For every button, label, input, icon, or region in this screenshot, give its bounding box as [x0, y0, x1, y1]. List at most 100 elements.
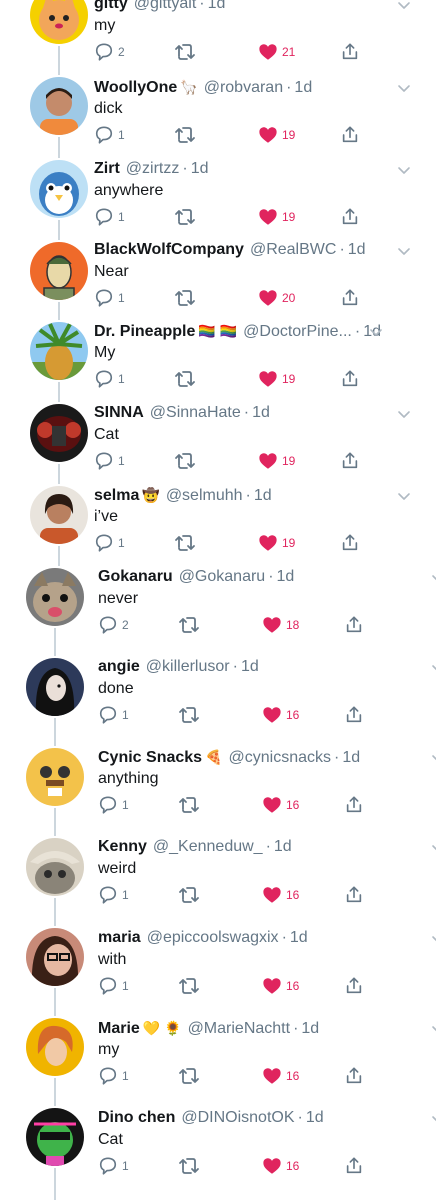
reply-button[interactable]: 1 [94, 532, 125, 554]
chevron-down-icon[interactable] [430, 840, 436, 856]
like-button[interactable]: 21 [258, 41, 295, 63]
chevron-down-icon[interactable] [430, 570, 436, 586]
timestamp[interactable]: 1d [342, 749, 360, 766]
retweet-button[interactable] [178, 794, 200, 816]
like-button[interactable]: 16 [262, 884, 299, 906]
reply-button[interactable]: 1 [98, 794, 129, 816]
share-button[interactable] [340, 450, 360, 472]
reply-button[interactable]: 2 [94, 41, 125, 63]
display-name[interactable]: SINNA [94, 404, 144, 421]
avatar[interactable] [30, 160, 88, 218]
retweet-button[interactable] [174, 124, 196, 146]
chevron-down-icon[interactable] [396, 406, 412, 422]
share-button[interactable] [340, 206, 360, 228]
retweet-button[interactable] [174, 368, 196, 390]
timestamp[interactable]: 1d [241, 658, 259, 675]
user-handle[interactable]: @robvaran [204, 79, 283, 96]
avatar[interactable] [26, 658, 84, 716]
reply-button[interactable]: 2 [98, 614, 129, 636]
timestamp[interactable]: 1d [254, 487, 272, 504]
share-button[interactable] [344, 1155, 364, 1177]
reply-button[interactable]: 1 [94, 450, 125, 472]
share-button[interactable] [340, 368, 360, 390]
display-name[interactable]: Marie [98, 1020, 140, 1037]
display-name[interactable]: Cynic Snacks [98, 749, 202, 766]
chevron-down-icon[interactable] [396, 0, 412, 13]
chevron-down-icon[interactable] [430, 1021, 436, 1037]
chevron-down-icon[interactable] [430, 750, 436, 766]
timestamp[interactable]: 1d [301, 1020, 319, 1037]
chevron-down-icon[interactable] [430, 1111, 436, 1127]
user-handle[interactable]: @DINOisnotOK [181, 1109, 294, 1126]
timestamp[interactable]: 1d [191, 160, 209, 177]
share-button[interactable] [340, 287, 360, 309]
like-button[interactable]: 19 [258, 206, 295, 228]
retweet-button[interactable] [178, 614, 200, 636]
timestamp[interactable]: 1d [208, 0, 226, 12]
chevron-down-icon[interactable] [430, 660, 436, 676]
user-handle[interactable]: @Gokanaru [179, 568, 266, 585]
share-button[interactable] [344, 884, 364, 906]
display-name[interactable]: gitty [94, 0, 128, 12]
share-button[interactable] [344, 614, 364, 636]
display-name[interactable]: Kenny [98, 838, 147, 855]
like-button[interactable]: 18 [262, 614, 299, 636]
user-handle[interactable]: @RealBWC [250, 241, 336, 258]
like-button[interactable]: 19 [258, 450, 295, 472]
reply-button[interactable]: 1 [98, 1065, 129, 1087]
user-handle[interactable]: @epiccoolswagxix [147, 929, 279, 946]
user-handle[interactable]: @zirtzz [126, 160, 180, 177]
avatar[interactable] [26, 838, 84, 896]
display-name[interactable]: maria [98, 929, 141, 946]
avatar[interactable] [30, 404, 88, 462]
share-button[interactable] [344, 1065, 364, 1087]
user-handle[interactable]: @SinnaHate [150, 404, 241, 421]
avatar[interactable] [26, 748, 84, 806]
share-button[interactable] [340, 124, 360, 146]
avatar[interactable] [26, 928, 84, 986]
like-button[interactable]: 16 [262, 1065, 299, 1087]
retweet-button[interactable] [174, 41, 196, 63]
retweet-button[interactable] [178, 1155, 200, 1177]
avatar[interactable] [30, 0, 88, 44]
display-name[interactable]: selma [94, 487, 139, 504]
user-handle[interactable]: @selmuhh [166, 487, 243, 504]
timestamp[interactable]: 1d [348, 241, 366, 258]
timestamp[interactable]: 1d [290, 929, 308, 946]
user-handle[interactable]: @cynicsnacks [229, 749, 332, 766]
timestamp[interactable]: 1d [294, 79, 312, 96]
like-button[interactable]: 20 [258, 287, 295, 309]
like-button[interactable]: 16 [262, 794, 299, 816]
share-button[interactable] [344, 704, 364, 726]
like-button[interactable]: 19 [258, 532, 295, 554]
avatar[interactable] [26, 1108, 84, 1166]
retweet-button[interactable] [174, 287, 196, 309]
retweet-button[interactable] [174, 532, 196, 554]
retweet-button[interactable] [178, 704, 200, 726]
like-button[interactable]: 19 [258, 368, 295, 390]
retweet-button[interactable] [174, 206, 196, 228]
chevron-down-icon[interactable] [396, 488, 412, 504]
reply-button[interactable]: 1 [94, 124, 125, 146]
user-handle[interactable]: @DoctorPine... [243, 323, 352, 340]
reply-button[interactable]: 1 [94, 368, 125, 390]
avatar[interactable] [26, 1018, 84, 1076]
display-name[interactable]: Zirt [94, 160, 120, 177]
user-handle[interactable]: @_Kenneduw_ [153, 838, 263, 855]
avatar[interactable] [30, 486, 88, 544]
display-name[interactable]: Gokanaru [98, 568, 173, 585]
timestamp[interactable]: 1d [274, 838, 292, 855]
avatar[interactable] [30, 242, 88, 300]
display-name[interactable]: BlackWolfCompany [94, 241, 244, 258]
like-button[interactable]: 16 [262, 704, 299, 726]
like-button[interactable]: 16 [262, 975, 299, 997]
timestamp[interactable]: 1d [277, 568, 295, 585]
display-name[interactable]: Dino chen [98, 1109, 175, 1126]
retweet-button[interactable] [178, 1065, 200, 1087]
avatar[interactable] [26, 568, 84, 626]
user-handle[interactable]: @killerlusor [146, 658, 230, 675]
share-button[interactable] [344, 794, 364, 816]
reply-button[interactable]: 1 [98, 884, 129, 906]
reply-button[interactable]: 1 [98, 975, 129, 997]
like-button[interactable]: 19 [258, 124, 295, 146]
